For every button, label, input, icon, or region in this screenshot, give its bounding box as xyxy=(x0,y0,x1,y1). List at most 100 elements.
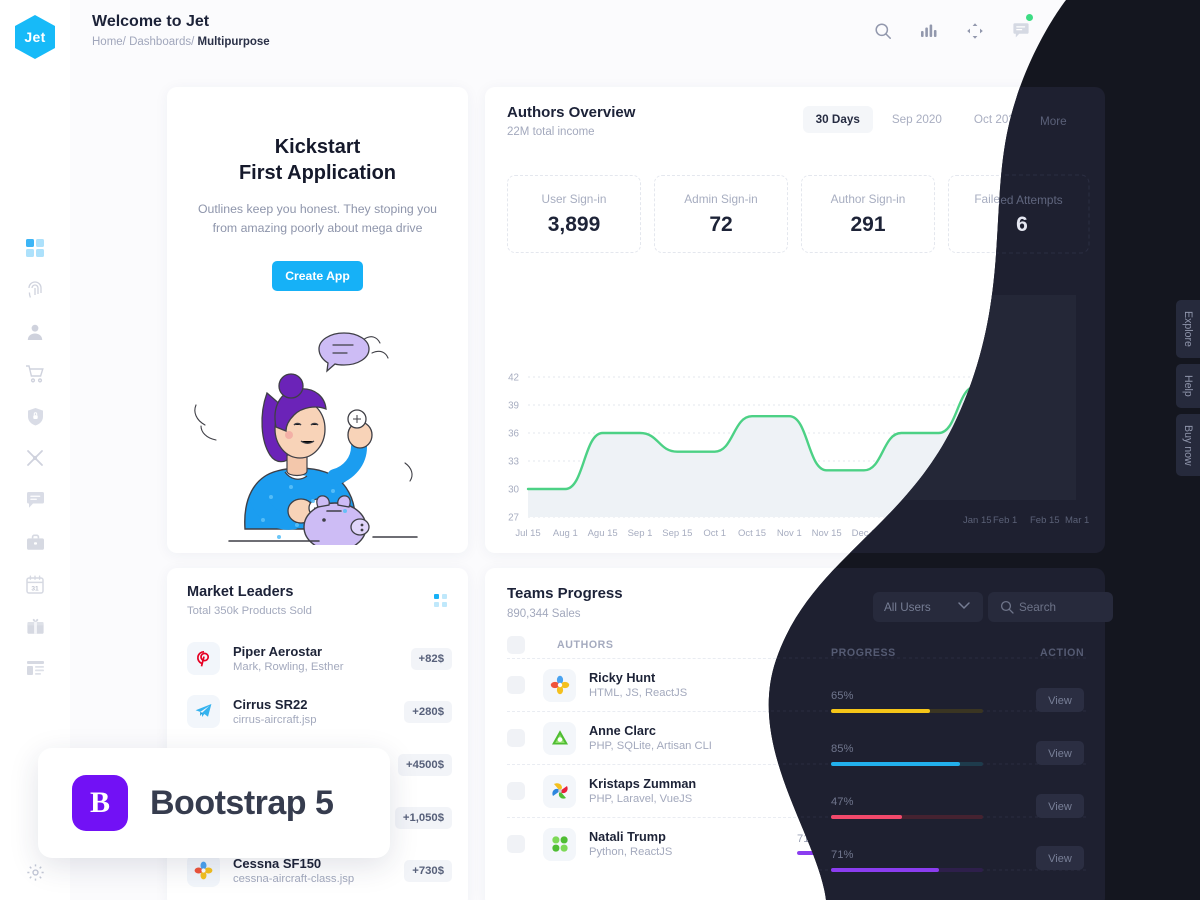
svg-text:Sep 15: Sep 15 xyxy=(662,528,692,539)
progress-bar xyxy=(797,745,982,749)
sidebar-item-layout[interactable] xyxy=(17,657,53,679)
svg-text:Oct 1: Oct 1 xyxy=(703,528,726,539)
authors-overview-card: Authors Overview 22M total income 30 Day… xyxy=(485,87,1105,553)
header-action-icons xyxy=(872,14,1182,48)
progress-fill xyxy=(797,798,884,802)
list-item-amount: +730$ xyxy=(404,859,452,882)
kickstart-card: Kickstart First Application Outlines kee… xyxy=(167,87,468,553)
sidebar-item-briefcase[interactable] xyxy=(17,531,53,553)
move-icon[interactable] xyxy=(964,20,986,42)
progress-bar xyxy=(797,851,982,855)
sidebar-item-chat[interactable] xyxy=(17,489,53,511)
bootstrap-label: Bootstrap 5 xyxy=(150,783,334,822)
notifications-icon[interactable] xyxy=(1010,14,1033,42)
svg-text:36: 36 xyxy=(508,429,519,440)
stat-author-signin: Author Sign-in 291 xyxy=(801,175,935,253)
progress-percent: 71% xyxy=(797,833,820,845)
list-item[interactable]: Piper Aerostar Mark, Rowling, Esther +82… xyxy=(187,632,452,685)
list-item-amount: +1,050$ xyxy=(394,806,452,829)
row-checkbox[interactable] xyxy=(507,729,525,747)
view-button[interactable]: View xyxy=(1039,779,1087,803)
select-all-checkbox[interactable] xyxy=(507,636,525,654)
stat-label: Failed Attempts xyxy=(974,191,1056,206)
create-app-button[interactable]: Create App xyxy=(272,261,363,292)
svg-text:39: 39 xyxy=(508,401,519,412)
view-button[interactable]: View xyxy=(1039,832,1087,856)
sidebar-item-tools[interactable] xyxy=(17,447,53,469)
search-icon[interactable] xyxy=(872,20,894,42)
list-item-text: Cirrus SR22 cirrus-aircraft.jsp xyxy=(233,697,404,726)
view-button[interactable]: View xyxy=(1039,726,1087,750)
table-row[interactable]: Ricky Hunt HTML, JS, ReactJS 65% View xyxy=(507,658,1087,711)
progress-bar xyxy=(797,692,982,696)
side-tab-buy-now[interactable]: Buy now xyxy=(1176,413,1200,477)
svg-text:Dec 1: Dec 1 xyxy=(852,528,877,539)
sidebar-item-shield[interactable] xyxy=(17,405,53,427)
market-subtitle: Total 350k Products Sold xyxy=(187,605,312,617)
list-item-text: Cessna SF150 cessna-aircraft-class.jsp xyxy=(233,856,404,885)
side-tabs: Explore Help Buy now xyxy=(1164,300,1200,477)
bar-chart-icon[interactable] xyxy=(918,20,940,42)
kickstart-title-line1: Kickstart xyxy=(274,136,361,158)
avatar[interactable] xyxy=(1148,14,1182,48)
svg-text:Oct 15: Oct 15 xyxy=(738,528,766,539)
list-item-amount: +82$ xyxy=(410,647,452,670)
side-tab-explore[interactable]: Explore xyxy=(1176,300,1200,358)
progress-percent: 65% xyxy=(797,674,820,686)
sidebar-item-calendar[interactable]: 31 xyxy=(17,573,53,595)
telegram-icon xyxy=(187,695,220,728)
tab-sep-2020[interactable]: Sep 2020 xyxy=(879,106,955,133)
tab-oct-2020[interactable]: Oct 2020 xyxy=(961,106,1034,133)
sidebar-item-fingerprint[interactable] xyxy=(17,279,53,301)
row-checkbox[interactable] xyxy=(507,676,525,694)
stat-admin-signin: Admin Sign-in 72 xyxy=(654,175,788,253)
breadcrumb-home[interactable]: Home/ xyxy=(92,36,126,48)
sidebar-item-user[interactable] xyxy=(17,321,53,343)
four-dot-grid-icon[interactable] xyxy=(434,594,448,608)
bootstrap-badge: B Bootstrap 5 xyxy=(38,748,390,858)
flower-icon xyxy=(187,854,220,887)
author-name: Anne Clarc xyxy=(589,724,656,738)
row-checkbox[interactable] xyxy=(507,782,525,800)
author-info: Anne Clarc PHP, SQLite, Artisan CLI xyxy=(589,724,749,752)
progress-fill xyxy=(797,745,955,749)
svg-text:Mar 1: Mar 1 xyxy=(1076,528,1100,539)
user-filter-select[interactable]: All Users xyxy=(843,592,953,622)
row-checkbox[interactable] xyxy=(507,835,525,853)
author-name: Natali Trump xyxy=(589,830,666,844)
kickstart-description: Outlines keep you honest. They stoping y… xyxy=(197,202,438,236)
dark-mode-icon[interactable] xyxy=(1102,20,1124,42)
breadcrumb-dashboards[interactable]: Dashboards/ xyxy=(129,36,194,48)
apps-grid-icon[interactable] xyxy=(1056,20,1078,42)
sidebar-item-cart[interactable] xyxy=(17,363,53,385)
svg-text:Dec 15: Dec 15 xyxy=(886,528,916,539)
svg-text:Sep 1: Sep 1 xyxy=(628,528,653,539)
column-progress: PROGRESS xyxy=(899,639,965,651)
svg-text:Feb 1: Feb 1 xyxy=(1001,528,1025,539)
app-logo[interactable]: Jet xyxy=(15,15,55,59)
authors-stats: User Sign-in 3,899 Admin Sign-in 72 Auth… xyxy=(507,175,1082,253)
svg-text:Aug 1: Aug 1 xyxy=(553,528,578,539)
search-icon xyxy=(972,601,984,613)
author-name: Ricky Hunt xyxy=(589,671,656,685)
avatar-glasses xyxy=(1160,25,1174,29)
list-item[interactable]: Cirrus SR22 cirrus-aircraft.jsp +280$ xyxy=(187,685,452,738)
table-row[interactable]: Natali Trump Python, ReactJS 71% View xyxy=(507,817,1087,870)
authors-title: Authors Overview xyxy=(507,104,636,121)
breadcrumb: Home/ Dashboards/ Multipurpose xyxy=(92,36,270,48)
teams-subtitle: 890,344 Sales xyxy=(507,608,581,620)
progress-percent: 85% xyxy=(797,727,820,739)
side-tab-help[interactable]: Help xyxy=(1176,363,1200,408)
sidebar-item-settings[interactable] xyxy=(0,863,70,882)
sidebar-item-gift[interactable] xyxy=(17,615,53,637)
stat-value: 3,899 xyxy=(547,212,601,236)
list-item-title: Cirrus SR22 xyxy=(233,697,308,712)
table-row[interactable]: Anne Clarc PHP, SQLite, Artisan CLI 85% … xyxy=(507,711,1087,764)
search-input[interactable]: Search xyxy=(962,592,1087,622)
svg-text:33: 33 xyxy=(508,457,519,468)
tab-more[interactable]: More xyxy=(1040,106,1093,133)
table-row[interactable]: Kristaps Zumman PHP, Laravel, VueJS 47% … xyxy=(507,764,1087,817)
sidebar-item-dashboard[interactable] xyxy=(17,237,53,259)
view-button[interactable]: View xyxy=(1039,673,1087,697)
tab-30-days[interactable]: 30 Days xyxy=(802,106,873,133)
